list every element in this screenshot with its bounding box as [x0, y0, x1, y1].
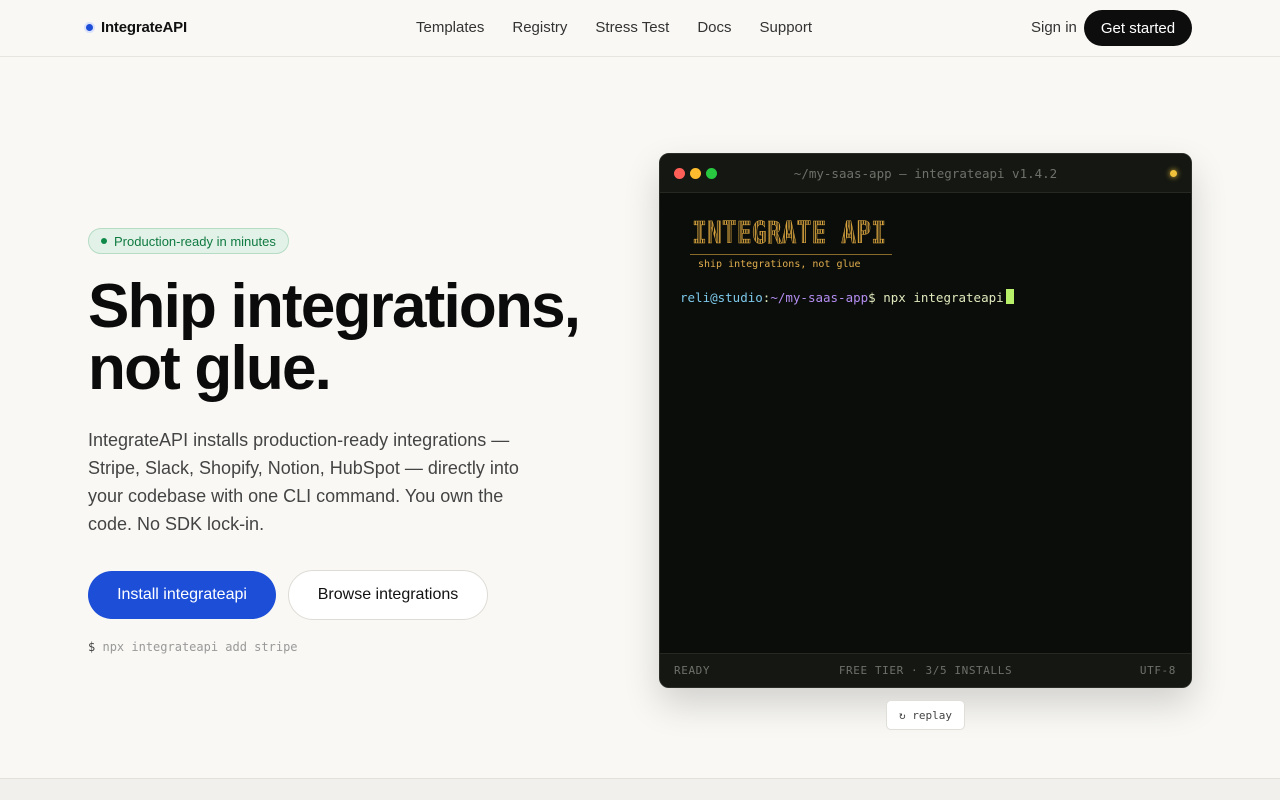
status-badge: Production-ready in minutes	[88, 228, 289, 254]
integrate-api-logo: INTEGRATE API	[692, 216, 887, 252]
hero-description: IntegrateAPI installs production-ready i…	[88, 430, 519, 534]
nav-link-templates[interactable]: Templates	[416, 19, 484, 36]
nav-link-docs[interactable]: Docs	[697, 19, 731, 36]
logo-text: INTEGRATE API	[692, 216, 886, 251]
brand[interactable]: IntegrateAPI	[86, 19, 187, 36]
command-hint: $ npx integrateapi add stripe	[88, 640, 298, 654]
badge-dot-icon	[101, 238, 107, 244]
terminal-window: ~/my-saas-app — integrateapi v1.4.2 INTE…	[659, 153, 1192, 688]
hero-title-line-2: not glue.	[88, 334, 332, 403]
brand-name: IntegrateAPI	[101, 19, 187, 36]
command-hint-prompt: $	[88, 640, 96, 654]
next-section-edge	[0, 778, 1280, 800]
logo-tagline: ship integrations, not glue	[698, 259, 861, 270]
nav-links: Templates Registry Stress Test Docs Supp…	[416, 19, 812, 36]
terminal-title: ~/my-saas-app — integrateapi v1.4.2	[793, 166, 1058, 181]
browse-integrations-button[interactable]: Browse integrations	[288, 570, 488, 620]
nav-link-support[interactable]: Support	[760, 19, 813, 36]
status-encoding: UTF-8	[1139, 664, 1176, 677]
brand-logo-icon	[86, 24, 93, 31]
terminal-titlebar: ~/my-saas-app — integrateapi v1.4.2	[660, 154, 1191, 193]
badge-label: Production-ready in minutes	[114, 233, 276, 249]
command-hint-text: npx integrateapi add stripe	[102, 640, 298, 654]
status-tier: FREE TIER · 3/5 INSTALLS	[838, 664, 1013, 677]
nav-link-registry[interactable]: Registry	[512, 19, 567, 36]
prompt-user: reli@studio	[680, 290, 763, 305]
typed-command: npx integrateapi	[883, 290, 1004, 305]
terminal-command-line[interactable]: reli@studio:~/my-saas-app$ npx integrate…	[680, 289, 1014, 305]
status-led-icon	[1170, 170, 1177, 177]
logo-divider	[690, 254, 892, 255]
install-button[interactable]: Install integrateapi	[88, 571, 276, 619]
get-started-button[interactable]: Get started	[1084, 10, 1192, 46]
nav-link-stress-test[interactable]: Stress Test	[595, 19, 669, 36]
replay-button[interactable]: ↻ replay	[886, 700, 965, 730]
prompt-path: ~/my-saas-app	[770, 290, 869, 305]
hero-title: Ship integrations, not glue.	[88, 276, 608, 400]
terminal-status-bar: READY FREE TIER · 3/5 INSTALLS UTF-8	[660, 653, 1191, 687]
prompt-dollar: $	[868, 290, 884, 305]
text-cursor	[1005, 289, 1014, 304]
sign-in-link[interactable]: Sign in	[1031, 19, 1077, 36]
top-nav: IntegrateAPI Templates Registry Stress T…	[0, 0, 1280, 57]
hero-title-line-1: Ship integrations,	[88, 272, 581, 341]
